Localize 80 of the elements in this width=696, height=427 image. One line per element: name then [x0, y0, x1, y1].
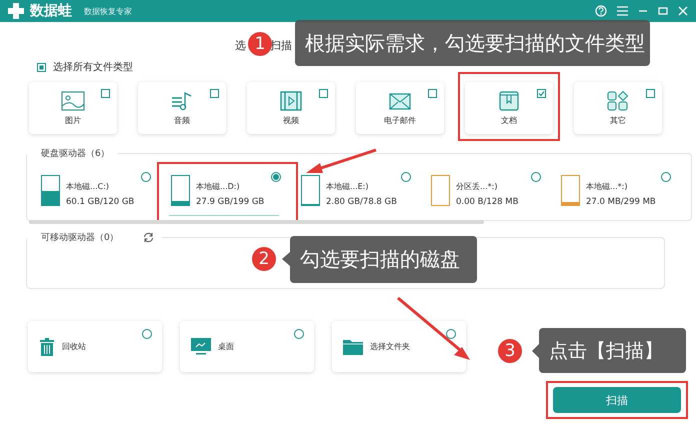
drive-usage: 27.0 MB/299 MB	[586, 197, 656, 207]
file-type-label: 文档	[501, 114, 517, 126]
step-number: 2	[252, 247, 276, 271]
drive-name: 本地磁...D:)	[196, 181, 241, 192]
callout-pointer	[532, 344, 539, 358]
scrollbar[interactable]	[29, 220, 484, 224]
drive-radio[interactable]	[141, 172, 151, 182]
drive-name: 本地磁...C:)	[66, 181, 110, 192]
music-note-icon	[170, 90, 194, 110]
callout-text: 根据实际需求，勾选要扫描的文件类型	[295, 20, 650, 66]
help-icon[interactable]	[595, 5, 607, 17]
drive-name: 本地磁...*:)	[586, 181, 628, 192]
file-type-checkbox[interactable]	[428, 89, 437, 98]
drive-usage: 2.80 GB/78.8 GB	[326, 197, 397, 207]
file-type-label: 电子邮件	[384, 114, 416, 126]
drive-radio[interactable]	[271, 172, 281, 182]
location-label: 选择文件夹	[370, 341, 410, 352]
drive-radio[interactable]	[531, 172, 541, 182]
location-label: 回收站	[62, 341, 86, 352]
grid-shapes-icon	[606, 90, 630, 110]
drive-radio[interactable]	[661, 172, 671, 182]
menu-icon[interactable]	[617, 6, 628, 16]
drive-usage: 0.00 B/128 MB	[456, 197, 518, 207]
plus-cross-icon	[8, 3, 24, 19]
callout-text: 点击【扫描】	[539, 328, 686, 373]
drive-item[interactable]: 本地磁...D:) 27.9 GB/199 GB	[171, 160, 301, 220]
select-all-checkbox[interactable]	[37, 62, 46, 72]
drive-name: 本地磁...E:)	[326, 181, 370, 192]
file-type-checkbox[interactable]	[537, 89, 546, 98]
close-icon[interactable]	[678, 6, 688, 16]
envelope-icon	[388, 90, 412, 110]
location-radio[interactable]	[142, 329, 152, 339]
step-number: 1	[248, 32, 272, 56]
refresh-icon[interactable]	[142, 232, 154, 243]
drive-radio[interactable]	[401, 172, 411, 182]
file-type-label: 视频	[283, 114, 299, 126]
drive-usage: 27.9 GB/199 GB	[196, 197, 264, 207]
callout-text: 勾选要扫描的磁盘	[290, 236, 477, 283]
file-type-card[interactable]: 文档	[465, 82, 553, 134]
file-type-checkbox[interactable]	[210, 89, 219, 98]
drive-item[interactable]: 本地磁...E:) 2.80 GB/78.8 GB	[301, 160, 431, 220]
file-type-checkbox[interactable]	[101, 89, 110, 98]
monitor-icon	[191, 338, 211, 356]
maximize-icon[interactable]	[658, 6, 668, 16]
location-label: 桌面	[218, 341, 234, 352]
file-type-label: 其它	[610, 114, 626, 126]
scan-button[interactable]: 扫描	[553, 387, 681, 413]
instruction-text: 选	[235, 38, 246, 52]
file-type-card[interactable]: 音频	[138, 82, 226, 134]
location-radio[interactable]	[294, 329, 304, 339]
file-type-label: 音频	[174, 114, 190, 126]
panel-title: 可移动驱动器（0）	[41, 232, 119, 244]
location-card[interactable]: 选择文件夹	[332, 321, 466, 372]
file-type-card[interactable]: 视频	[247, 82, 335, 134]
callout-pointer	[282, 252, 290, 266]
folder-icon	[343, 338, 363, 354]
location-card[interactable]: 桌面	[180, 321, 314, 372]
film-icon	[279, 90, 303, 110]
select-all-label: 选择所有文件类型	[53, 60, 133, 74]
drive-item[interactable]: 本地磁...*:) 27.0 MB/299 MB	[561, 160, 691, 220]
file-type-checkbox[interactable]	[646, 89, 655, 98]
drive-name: 分区丢...*:)	[456, 181, 498, 192]
location-card[interactable]: 回收站	[28, 321, 162, 372]
file-type-checkbox[interactable]	[319, 89, 328, 98]
app-name: 数据蛙	[30, 2, 72, 20]
arrow	[306, 148, 376, 173]
file-type-label: 图片	[65, 114, 81, 126]
picture-icon	[61, 90, 85, 110]
app-tagline: 数据恢复专家	[84, 6, 132, 16]
file-type-card[interactable]: 电子邮件	[356, 82, 444, 134]
drive-usage: 60.1 GB/120 GB	[66, 197, 134, 207]
trash-can-icon	[39, 336, 55, 356]
file-type-card[interactable]: 图片	[29, 82, 117, 134]
file-type-card[interactable]: 其它	[574, 82, 662, 134]
location-radio[interactable]	[446, 329, 456, 339]
step-number: 3	[498, 339, 522, 363]
panel-title: 硬盘驱动器（6）	[41, 148, 110, 160]
drive-item[interactable]: 分区丢...*:) 0.00 B/128 MB	[431, 160, 561, 220]
book-icon	[497, 90, 521, 110]
drive-item[interactable]: 本地磁...C:) 60.1 GB/120 GB	[41, 160, 171, 220]
